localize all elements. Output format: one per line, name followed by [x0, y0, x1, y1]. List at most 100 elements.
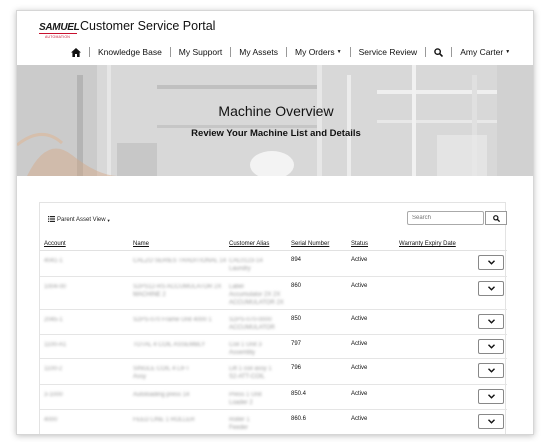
table-row: 1100-2 SINGLE COIL 4 LIFT Assy Lift 1 coil …	[40, 359, 507, 385]
table-row: 3-1000 Autoloading press 14 Press 1 Unit Lo…	[40, 385, 507, 410]
table-row: 1004-00 S2PS12-RS ACCUMULATOR 2X MACHINE 2…	[40, 277, 507, 310]
user-name: Amy Carter	[460, 47, 504, 57]
nav-knowledge-base[interactable]: Knowledge Base	[90, 47, 170, 57]
hero-banner: Machine Overview Review Your Machine Lis…	[17, 65, 533, 176]
cell-account: 1100-2	[44, 366, 63, 372]
column-account[interactable]: Account	[44, 241, 66, 247]
row-expand-button[interactable]	[478, 389, 504, 404]
cell-customer-alias: Roller 1 Feeder	[229, 416, 250, 432]
page-title: Machine Overview	[218, 103, 334, 119]
cell-account: 2045-1	[44, 317, 63, 323]
cell-customer-alias-line: ACCUMULATOR 2X	[229, 300, 284, 306]
cell-customer-alias-line: Lift 1 coil assy 1	[229, 366, 272, 372]
nav-my-assets[interactable]: My Assets	[231, 47, 286, 57]
search-icon[interactable]	[426, 47, 451, 57]
table-row: 2045-1 S2PS-070 Frame Unit 4000 1 S2PS-070…	[40, 310, 507, 335]
chevron-down-icon	[487, 368, 495, 373]
portal-title: Customer Service Portal	[80, 19, 216, 33]
chevron-down-icon: ▼	[505, 49, 511, 55]
row-expand-button[interactable]	[478, 414, 504, 429]
cell-customer-alias-line: CAL0123-14	[229, 258, 263, 264]
search-button[interactable]	[485, 211, 507, 225]
chevron-down-icon	[487, 319, 495, 324]
cell-customer-alias-line: Accumulator 2X 2X	[229, 292, 281, 298]
cell-serial-number: 796	[291, 365, 302, 371]
row-expand-button[interactable]	[478, 281, 504, 296]
list-icon	[48, 216, 55, 224]
cell-account: 4000	[44, 417, 58, 423]
cell-name: S2PS12-RS ACCUMULATOR 2X MACHINE 2	[133, 283, 221, 299]
cell-customer-alias: Label Accumulator 2X 2X ACCUMULATOR 2X	[229, 283, 284, 307]
row-expand-button[interactable]	[478, 363, 504, 378]
chevron-down-icon	[487, 419, 495, 424]
cell-serial-number: 850	[291, 316, 302, 322]
column-customer-alias[interactable]: Customer Alias	[229, 241, 269, 247]
home-icon[interactable]	[63, 47, 89, 57]
hero-overlay	[17, 65, 533, 176]
cell-status: Active	[351, 416, 368, 422]
search-icon	[492, 214, 500, 222]
logo-wordmark: SAMUEL	[39, 22, 80, 33]
cell-customer-alias-line: Label	[229, 284, 244, 290]
site-header: SAMUEL AUTOMATION Customer Service Porta…	[17, 11, 533, 65]
cell-name: S2PS-070 Frame Unit 4000 1	[133, 317, 212, 323]
company-logo[interactable]: SAMUEL AUTOMATION	[39, 20, 80, 42]
nav-my-orders[interactable]: My Orders ▼	[287, 47, 350, 57]
column-serial-number[interactable]: Serial Number	[291, 241, 329, 247]
row-expand-button[interactable]	[478, 314, 504, 329]
logo-underline	[39, 33, 77, 34]
table-row: 1100-A1 TOTAL 4 COIL ASSEMBLY Coil 1 Unit …	[40, 335, 507, 359]
user-menu[interactable]: Amy Carter ▼	[452, 47, 518, 57]
cell-customer-alias: Lift 1 coil assy 1 S2-ATT-COIL	[229, 365, 272, 381]
chevron-down-icon	[487, 344, 495, 349]
cell-account: 1004-00	[44, 284, 67, 290]
cell-customer-alias: Press 1 Unit Loader 2	[229, 391, 262, 407]
chevron-down-icon	[487, 394, 495, 399]
portal-window: SAMUEL AUTOMATION Customer Service Porta…	[16, 10, 534, 435]
nav-my-support[interactable]: My Support	[171, 47, 230, 57]
cell-serial-number: 797	[291, 341, 302, 347]
row-expand-button[interactable]	[478, 339, 504, 354]
cell-account: 3-1000	[44, 392, 63, 398]
column-name[interactable]: Name	[133, 241, 149, 247]
chevron-down-icon: ▼	[106, 217, 111, 223]
asset-list-panel: Parent Asset View ▼ Account Name Custome…	[39, 202, 507, 434]
cell-name-line: MACHINE 2	[133, 292, 166, 298]
search-input[interactable]	[407, 211, 484, 225]
column-status[interactable]: Status	[351, 241, 368, 247]
cell-name: CALZO SERIES TRADITIONAL 14	[133, 258, 227, 264]
cell-name-line: SINGLE COIL 4 LIFT	[133, 366, 190, 372]
cell-customer-alias-line: Feeder	[229, 425, 249, 431]
cell-status: Active	[351, 391, 368, 397]
chevron-down-icon	[487, 260, 495, 265]
parent-asset-view-dropdown[interactable]: Parent Asset View ▼	[48, 216, 111, 224]
cell-customer-alias-line: Laundry	[229, 266, 251, 272]
cell-customer-alias: CAL0123-14 Laundry	[229, 257, 263, 273]
cell-customer-alias: S2PS-070-0000 ACCUMULATOR	[229, 316, 275, 332]
nav-service-review[interactable]: Service Review	[351, 47, 426, 57]
table-body: 4041-1 CALZO SERIES TRADITIONAL 14 CAL0123…	[40, 251, 507, 434]
cell-name: SINGLE COIL 4 LIFT Assy	[133, 365, 189, 381]
cell-account: 1100-A1	[44, 342, 67, 348]
cell-customer-alias-line: Press 1 Unit	[229, 392, 262, 398]
cell-name: TOTAL 4 COIL ASSEMBLY	[133, 342, 206, 348]
cell-status: Active	[351, 257, 368, 263]
cell-customer-alias-line: Coil 1 Unit 3	[229, 342, 262, 348]
cell-serial-number: 850.4	[291, 391, 307, 397]
cell-customer-alias-line: S2PS-070-0000	[229, 317, 272, 323]
asset-table: Account Name Customer Alias Serial Numbe…	[40, 233, 507, 434]
main-nav: Knowledge Base My Support My Assets My O…	[63, 44, 518, 60]
cell-customer-alias: Coil 1 Unit 3 Assembly	[229, 341, 262, 357]
logo-subtext: AUTOMATION	[45, 35, 71, 39]
cell-customer-alias-line: Loader 2	[229, 400, 253, 406]
cell-status: Active	[351, 283, 368, 289]
table-row: 4000 FEED LINE 1 ROLLER Roller 1 Feeder 860.…	[40, 410, 507, 434]
chevron-down-icon: ▼	[336, 49, 342, 55]
row-expand-button[interactable]	[478, 255, 504, 270]
page-subtitle: Review Your Machine List and Details	[191, 128, 361, 139]
cell-customer-alias-line: Assembly	[229, 350, 256, 356]
cell-status: Active	[351, 341, 368, 347]
column-warranty-expiry[interactable]: Warranty Expiry Date	[399, 241, 456, 247]
chevron-down-icon	[487, 286, 495, 291]
table-row: 4041-1 CALZO SERIES TRADITIONAL 14 CAL0123…	[40, 251, 507, 277]
